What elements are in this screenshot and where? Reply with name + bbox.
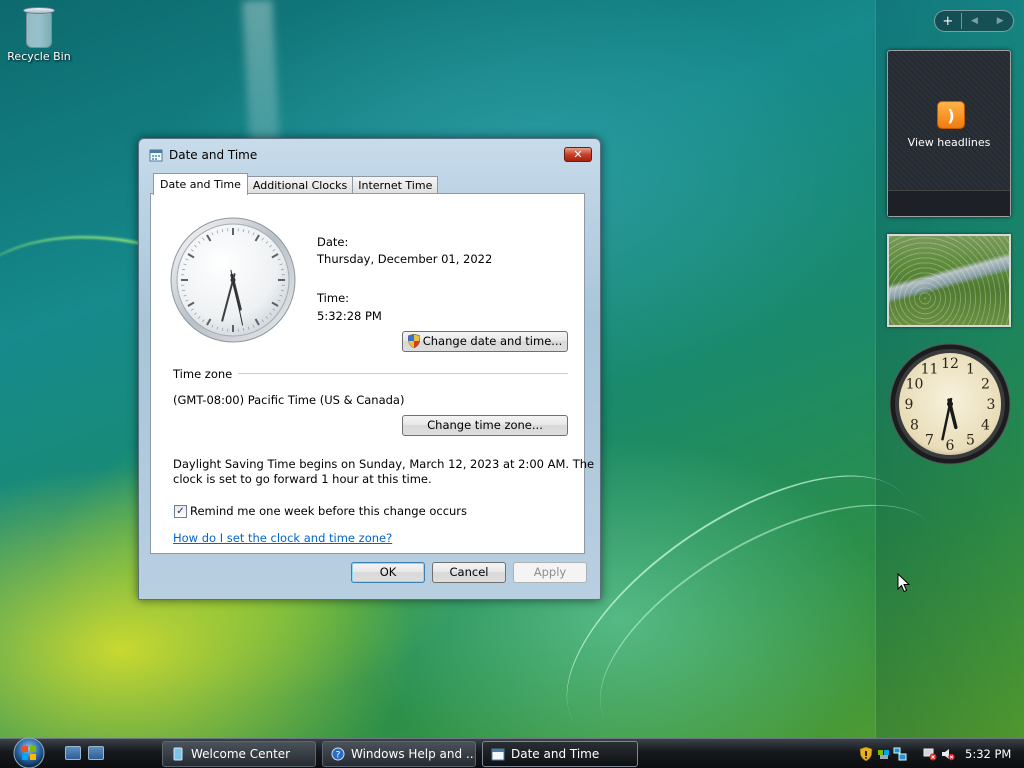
- clock-numeral: 5: [966, 433, 975, 449]
- security-shield-icon[interactable]: [859, 747, 873, 761]
- add-gadget-button[interactable]: +: [935, 14, 961, 29]
- task-label: Windows Help and ...: [351, 747, 476, 761]
- date-time-dialog: Date and Time ✕ Date and Time Additional…: [138, 138, 601, 600]
- analog-clock: [170, 217, 296, 343]
- change-timezone-button[interactable]: Change time zone...: [402, 415, 568, 436]
- clock-numeral: 4: [981, 418, 990, 434]
- date-label: Date:: [317, 235, 349, 249]
- clock-pin: [230, 277, 236, 283]
- clock-numeral: 12: [941, 356, 959, 372]
- next-gadgets-button[interactable]: ▶: [987, 16, 1013, 26]
- calendar-clock-icon: [149, 149, 163, 162]
- clock-numeral: 6: [946, 438, 955, 454]
- volume-muted-icon[interactable]: [941, 747, 955, 761]
- change-date-time-label: Change date and time...: [422, 334, 563, 348]
- mouse-cursor-icon: [897, 573, 911, 593]
- time-value: 5:32:28 PM: [317, 309, 382, 323]
- timezone-divider: [238, 373, 568, 374]
- rss-icon: ): [937, 101, 965, 129]
- ok-button[interactable]: OK: [351, 562, 425, 583]
- help-link[interactable]: How do I set the clock and time zone?: [173, 531, 392, 545]
- feed-gadget-label[interactable]: View headlines: [888, 136, 1010, 149]
- taskbar-item-welcome-center[interactable]: Welcome Center: [162, 741, 316, 767]
- start-button[interactable]: [8, 736, 50, 768]
- time-label: Time:: [317, 291, 350, 305]
- show-desktop-icon[interactable]: [65, 746, 81, 760]
- desktop-icon-label: Recycle Bin: [7, 50, 71, 63]
- clock-numeral: 8: [910, 418, 919, 434]
- slideshow-gadget[interactable]: [887, 234, 1011, 327]
- close-button[interactable]: ✕: [564, 147, 592, 162]
- clock-numeral: 2: [981, 377, 990, 393]
- clock-numeral: 7: [925, 433, 934, 449]
- change-date-time-button[interactable]: Change date and time...: [402, 331, 568, 352]
- dst-info-line2: clock is set to go forward 1 hour at thi…: [173, 472, 432, 486]
- clock-pin: [947, 401, 953, 407]
- taskbar-item-date-and-time[interactable]: Date and Time: [482, 741, 638, 767]
- cancel-button[interactable]: Cancel: [432, 562, 506, 583]
- windows-update-icon[interactable]: [877, 747, 891, 761]
- clock-numeral: 11: [921, 361, 939, 377]
- clock-gadget[interactable]: 12 12 3 45678 9 1011: [888, 342, 1012, 466]
- notification-area: 5:32 PM: [853, 741, 1024, 767]
- task-label: Welcome Center: [191, 747, 291, 761]
- taskbar-clock[interactable]: 5:32 PM: [965, 747, 1011, 761]
- tab-strip: Date and Time Additional Clocks Internet…: [153, 173, 439, 195]
- task-label: Date and Time: [511, 747, 600, 761]
- desktop-icon-recycle-bin[interactable]: Recycle Bin: [6, 2, 72, 63]
- calendar-clock-icon: [491, 748, 505, 761]
- switch-windows-icon[interactable]: [88, 746, 104, 760]
- clock-numeral: 10: [906, 377, 924, 393]
- svg-text:?: ?: [336, 751, 341, 761]
- remind-checkbox[interactable]: ✓: [174, 505, 187, 518]
- prev-gadgets-button[interactable]: ◀: [962, 16, 988, 26]
- remind-label[interactable]: Remind me one week before this change oc…: [190, 504, 467, 518]
- feed-gadget-footer: [888, 190, 1010, 216]
- uac-shield-icon: [407, 334, 420, 348]
- timezone-heading: Time zone: [173, 367, 233, 381]
- help-icon: ?: [331, 747, 345, 761]
- feed-headlines-gadget[interactable]: ) View headlines: [887, 50, 1011, 217]
- clock-numeral: 1: [966, 361, 975, 377]
- welcome-center-icon: [173, 747, 183, 761]
- network-disconnected-icon[interactable]: [923, 747, 937, 761]
- dialog-titlebar[interactable]: Date and Time: [149, 148, 257, 162]
- tab-panel-date-and-time: Date: Thursday, December 01, 2022 Time: …: [150, 193, 594, 554]
- date-value: Thursday, December 01, 2022: [317, 252, 493, 266]
- tab-date-and-time[interactable]: Date and Time: [153, 173, 248, 195]
- dst-info-line1: Daylight Saving Time begins on Sunday, M…: [173, 457, 595, 471]
- taskbar-item-windows-help[interactable]: ? Windows Help and ...: [322, 741, 476, 767]
- clock-numeral: 9: [905, 397, 914, 413]
- dialog-title: Date and Time: [169, 148, 258, 162]
- timezone-value: (GMT-08:00) Pacific Time (US & Canada): [173, 393, 405, 407]
- apply-button[interactable]: Apply: [513, 562, 587, 583]
- network-status-icon[interactable]: [893, 747, 907, 761]
- recycle-bin-icon: [22, 4, 56, 48]
- sidebar-controls: + ◀ ▶: [934, 10, 1014, 32]
- clock-numeral: 3: [987, 397, 996, 413]
